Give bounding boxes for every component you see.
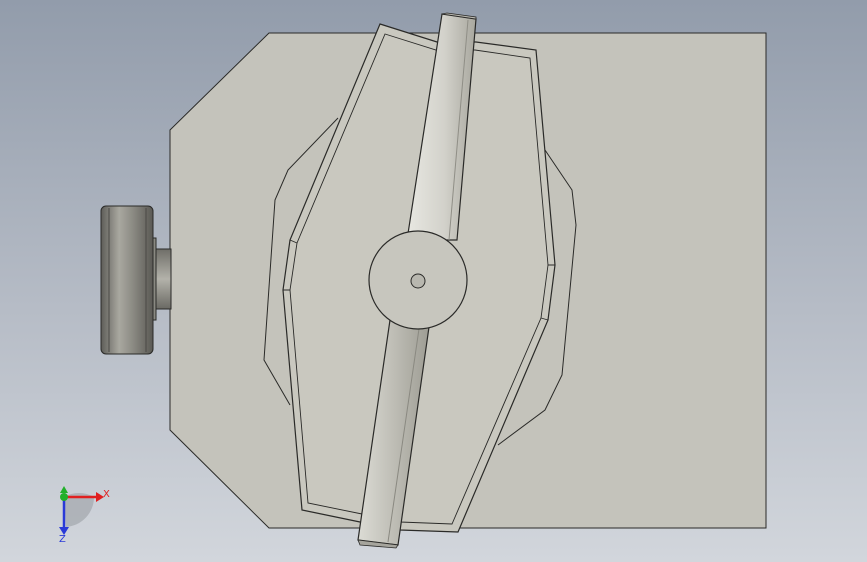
- cad-viewport[interactable]: X Z Y: [0, 0, 867, 562]
- x-axis-label: X: [103, 489, 110, 500]
- hub-hole: [410, 273, 426, 289]
- knob-assembly: [100, 205, 172, 355]
- coordinate-triad: X Z Y: [59, 486, 110, 545]
- model-canvas[interactable]: X Z Y: [0, 0, 867, 562]
- triad-origin: [60, 493, 68, 501]
- z-axis-label: Z: [59, 534, 66, 545]
